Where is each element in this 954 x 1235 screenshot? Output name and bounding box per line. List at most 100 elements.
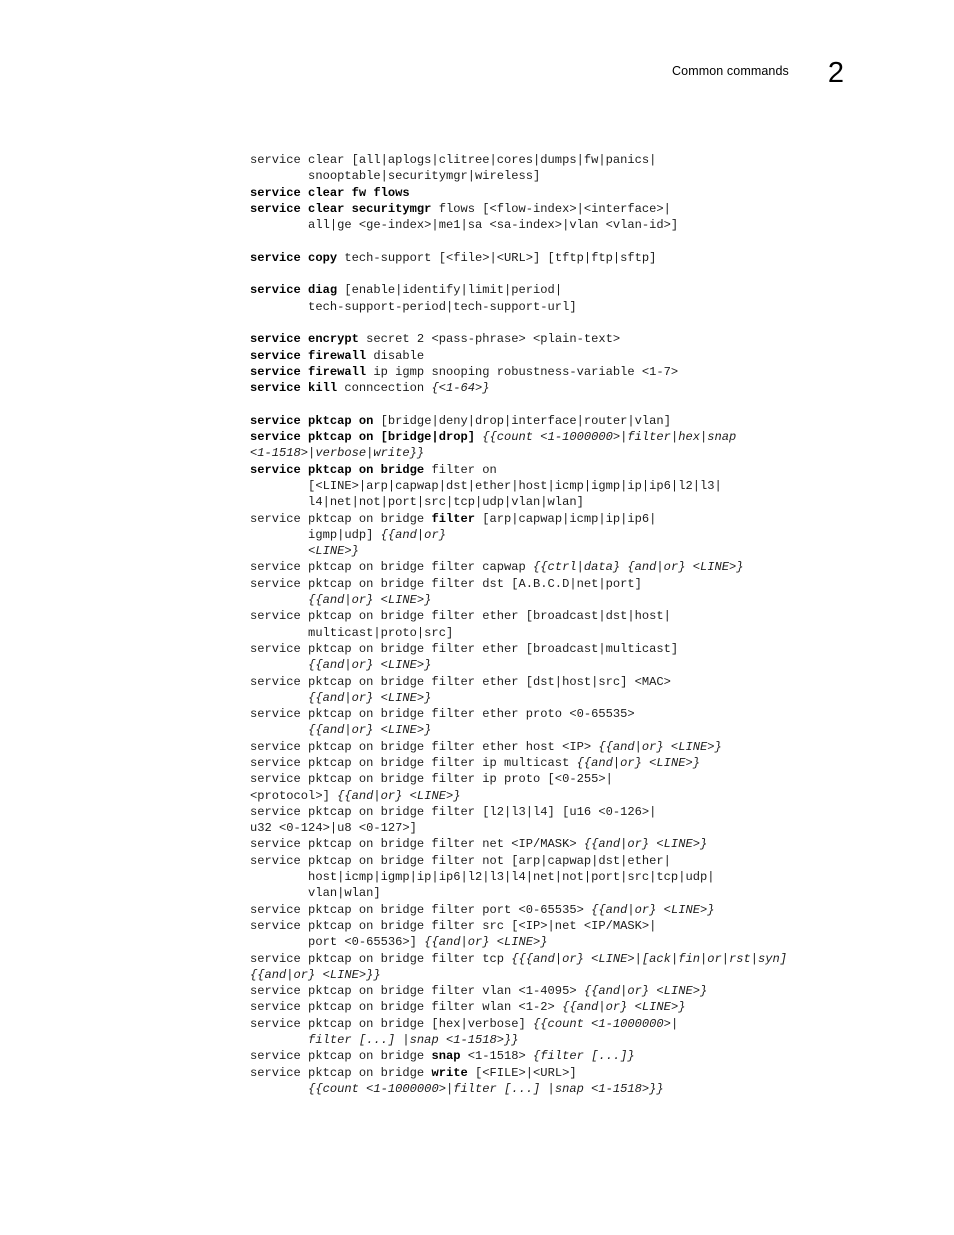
code-segment-italic: {{and|or} <LINE>} (576, 755, 700, 770)
code-segment-plain: snooptable|securitymgr|wireless] (250, 169, 541, 184)
code-segment-italic: {{count <1-1000000>|filter|hex|snap (482, 430, 737, 445)
code-segment-plain: service pktcap on bridge filter vlan <1-… (250, 984, 584, 999)
code-segment-plain: [bridge|deny|drop|interface|router|vlan] (373, 413, 671, 428)
page-title: Common commands (672, 64, 789, 78)
code-segment-plain: [<FILE>|<URL>] (467, 1065, 577, 1080)
code-segment-plain: tech-support-period|tech-support-url] (250, 299, 577, 314)
code-segment-italic: {{and|or} <LINE>} (424, 935, 548, 950)
running-header: Common commands 2 (672, 52, 844, 88)
code-line: vlan|wlan] (250, 885, 930, 901)
code-segment-bold: service firewall (250, 348, 367, 363)
code-segment-bold: service diag (250, 283, 338, 298)
code-line: service diag [enable|identify|limit|peri… (250, 282, 930, 298)
code-segment-plain: <protocol>] (250, 788, 338, 803)
code-segment-plain: [arp|capwap|icmp|ip|ip6| (474, 511, 657, 526)
code-line: <1-1518>|verbose|write}} (250, 445, 930, 461)
code-segment-plain (250, 658, 308, 672)
code-line: service firewall disable (250, 348, 930, 364)
code-segment-plain: service pktcap on bridge filter not [arp… (250, 853, 671, 868)
code-line: service pktcap on [bridge|drop] {{count … (250, 429, 930, 445)
code-segment-plain: service pktcap on bridge filter ip multi… (250, 755, 577, 770)
code-line: service pktcap on bridge filter ip proto… (250, 771, 930, 787)
code-line: service clear [all|aplogs|clitree|cores|… (250, 152, 930, 168)
code-segment-bold: service pktcap on (250, 413, 374, 428)
code-line: service pktcap on bridge filter dst [A.B… (250, 576, 930, 592)
code-segment-bold: service pktcap on [bridge|drop] (250, 430, 475, 445)
code-line: service pktcap on bridge filter [arp|cap… (250, 511, 930, 527)
code-segment-plain: u32 <0-124>|u8 <0-127>] (250, 821, 417, 836)
code-segment-plain: service pktcap on bridge filter src [<IP… (250, 918, 657, 933)
code-segment-bold: service copy (250, 250, 338, 265)
command-reference-listing: service clear [all|aplogs|clitree|cores|… (250, 152, 930, 1097)
code-segment-plain: conncection (337, 381, 432, 396)
code-segment-bold: service clear securitymgr (250, 201, 432, 216)
code-segment-bold: service clear fw flows (250, 185, 410, 200)
code-segment-italic: {{and|or} <LINE>}} (250, 967, 381, 982)
code-line: {{and|or} <LINE>} (250, 657, 930, 673)
code-segment-plain: service pktcap on bridge filter ether [b… (250, 641, 679, 656)
code-line: service pktcap on bridge [hex|verbose] {… (250, 1016, 930, 1032)
code-segment-plain: <1-1518> (460, 1049, 534, 1064)
code-line: service pktcap on bridge filter wlan <1-… (250, 999, 930, 1015)
code-line: service pktcap on bridge filter net <IP/… (250, 836, 930, 852)
code-segment-plain: service pktcap on bridge [hex|verbose] (250, 1016, 534, 1031)
code-segment-plain: service pktcap on bridge filter tcp (250, 951, 512, 966)
code-segment-plain: service pktcap on bridge filter ether pr… (250, 707, 635, 722)
code-line: service kill conncection {<1-64>} (250, 380, 930, 396)
code-line: filter [...] |snap <1-1518>}} (250, 1032, 930, 1048)
code-segment-plain: service pktcap on bridge filter dst [A.B… (250, 576, 642, 591)
code-line: service pktcap on bridge filter ether [b… (250, 641, 930, 657)
code-segment-italic: {{and|or} <LINE>} (308, 723, 432, 738)
code-segment-italic: filter [...] |snap <1-1518>}} (308, 1033, 519, 1048)
code-segment-plain: tech-support [<file>|<URL>] [tftp|ftp|sf… (337, 250, 657, 265)
code-segment-plain: flows [<flow-index>|<interface>| (431, 201, 671, 216)
code-line: service pktcap on bridge filter capwap {… (250, 559, 930, 575)
code-segment-plain: service pktcap on bridge filter ether ho… (250, 739, 599, 754)
code-segment-italic: {{ctrl|data} {and|or} <LINE>} (533, 560, 744, 575)
code-segment-bold: service firewall (250, 364, 367, 379)
code-segment-plain: all|ge <ge-index>|me1|sa <sa-index>|vlan… (250, 218, 679, 233)
code-segment-plain: service pktcap on bridge filter net <IP/… (250, 837, 584, 852)
code-line: service encrypt secret 2 <pass-phrase> <… (250, 331, 930, 347)
code-segment-plain: host|icmp|igmp|ip|ip6|l2|l3|l4|net|not|p… (250, 870, 715, 885)
code-segment-plain: port <0-65536>] (250, 935, 425, 950)
code-segment-plain: [enable|identify|limit|period| (337, 283, 563, 298)
code-line: service firewall ip igmp snooping robust… (250, 364, 930, 380)
code-segment-plain: service pktcap on bridge (250, 1049, 432, 1064)
code-segment-italic: {{and|or} <LINE>} (598, 739, 722, 754)
code-line: service clear securitymgr flows [<flow-i… (250, 201, 930, 217)
code-segment-plain: multicast|proto|src] (250, 625, 454, 640)
code-segment-plain: ip igmp snooping robustness-variable <1-… (366, 364, 679, 379)
code-line: service pktcap on bridge filter src [<IP… (250, 918, 930, 934)
code-line: {{and|or} <LINE>} (250, 722, 930, 738)
code-segment-italic: <1-1518>|verbose|write}} (250, 446, 425, 461)
code-line: service pktcap on bridge filter ether ho… (250, 739, 930, 755)
code-line: <LINE>} (250, 543, 930, 559)
code-line: service pktcap on bridge write [<FILE>|<… (250, 1065, 930, 1081)
code-segment-plain (250, 1033, 308, 1047)
code-segment-bold: write (431, 1065, 468, 1080)
code-segment-italic: {{and|or} <LINE>} (591, 902, 715, 917)
code-segment-italic: {filter [...]} (533, 1049, 635, 1064)
code-line: service pktcap on bridge filter on (250, 462, 930, 478)
code-line: service pktcap on bridge filter ip multi… (250, 755, 930, 771)
code-segment-bold: service kill (250, 381, 338, 396)
code-segment-plain: [<LINE>|arp|capwap|dst|ether|host|icmp|i… (250, 478, 722, 493)
code-segment-plain (250, 544, 308, 558)
code-segment-italic: {{count <1-1000000>|filter [...] |snap <… (308, 1081, 664, 1096)
code-line: <protocol>] {{and|or} <LINE>} (250, 788, 930, 804)
code-segment-plain: service pktcap on bridge (250, 511, 432, 526)
code-line: service pktcap on bridge snap <1-1518> {… (250, 1048, 930, 1064)
code-line: service clear fw flows (250, 185, 930, 201)
chapter-number: 2 (827, 57, 844, 89)
code-segment-plain: vlan|wlan] (250, 886, 381, 901)
code-line: service pktcap on [bridge|deny|drop|inte… (250, 413, 930, 429)
code-line: host|icmp|igmp|ip|ip6|l2|l3|l4|net|not|p… (250, 869, 930, 885)
code-segment-plain: service pktcap on bridge filter [l2|l3|l… (250, 804, 657, 819)
code-line: service pktcap on bridge filter not [arp… (250, 853, 930, 869)
code-segment-italic: {{count <1-1000000>| (533, 1016, 679, 1031)
code-line: [<LINE>|arp|capwap|dst|ether|host|icmp|i… (250, 478, 930, 494)
code-segment-italic: {{and|or} <LINE>} (583, 984, 708, 999)
